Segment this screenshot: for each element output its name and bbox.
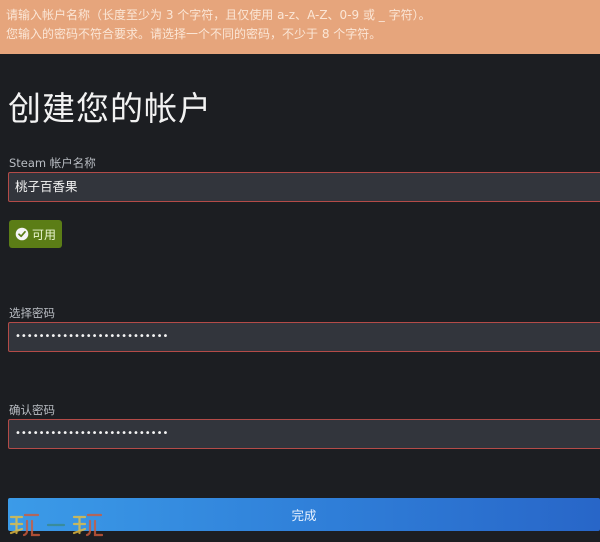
account-name-label: Steam 帐户名称	[9, 156, 96, 170]
confirm-password-input[interactable]: ••••••••••••••••••••••••••	[8, 419, 600, 449]
page-title: 创建您的帐户	[8, 89, 212, 128]
account-name-error-message: 请输入帐户名称（长度至少为 3 个字符，且仅使用 a-z、A-Z、0-9 或 _…	[6, 8, 431, 22]
watermark-logo	[9, 513, 103, 537]
create-account-page: 请输入帐户名称（长度至少为 3 个字符，且仅使用 a-z、A-Z、0-9 或 _…	[0, 0, 600, 542]
availability-badge: 可用	[9, 220, 62, 248]
password-label: 选择密码	[9, 306, 55, 320]
check-circle-icon	[15, 227, 29, 241]
password-input[interactable]: ••••••••••••••••••••••••••	[8, 322, 600, 352]
account-name-input[interactable]: 桃子百香果	[8, 172, 600, 202]
error-banner: 请输入帐户名称（长度至少为 3 个字符，且仅使用 a-z、A-Z、0-9 或 _…	[0, 0, 600, 54]
password-error-message: 您输入的密码不符合要求。请选择一个不同的密码，不少于 8 个字符。	[6, 27, 382, 41]
confirm-password-label: 确认密码	[9, 403, 55, 417]
availability-label: 可用	[32, 227, 57, 242]
